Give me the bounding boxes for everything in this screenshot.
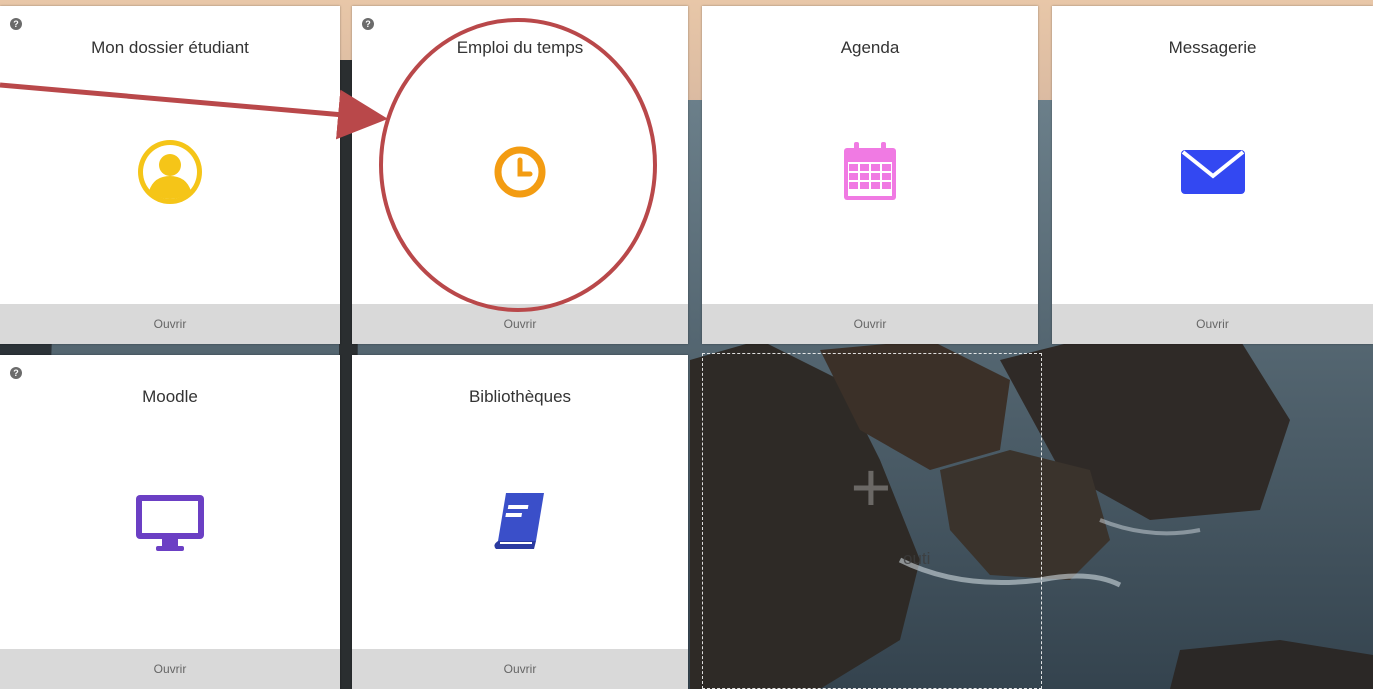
book-icon [484,485,556,557]
add-tool-slot[interactable]: + outi [702,353,1042,689]
tile-title: Messagerie [1168,38,1257,57]
open-button[interactable]: Ouvrir [702,304,1038,344]
tile-mon-dossier-etudiant[interactable]: ? Mon dossier étudiant Ouvrir [0,6,340,344]
tile-title: Mon dossier étudiant [91,38,249,57]
tile-title: Moodle [142,387,198,406]
tile-title: Agenda [840,38,900,57]
open-button[interactable]: Ouvrir [0,304,340,344]
open-button[interactable]: Ouvrir [1052,304,1373,344]
open-button[interactable]: Ouvrir [352,649,688,689]
tile-moodle[interactable]: ? Moodle Ouvrir [0,355,340,689]
open-button[interactable]: Ouvrir [352,304,688,344]
add-tool-label: outi [903,549,931,568]
monitor-icon [134,485,206,557]
tile-bibliotheques[interactable]: Bibliothèques Ouvrir [352,355,688,689]
tile-messagerie[interactable]: Messagerie Ouvrir [1052,6,1373,344]
help-icon[interactable]: ? [10,18,22,30]
open-button[interactable]: Ouvrir [0,649,340,689]
help-icon[interactable]: ? [362,18,374,30]
tile-title: Emploi du temps [456,38,584,57]
user-circle-icon [134,136,206,208]
tile-title: Bibliothèques [468,387,572,406]
tile-emploi-du-temps[interactable]: ? Emploi du temps Ouvrir [352,6,688,344]
envelope-icon [1177,136,1249,208]
plus-icon: + [850,448,892,526]
calendar-icon [834,136,906,208]
help-icon[interactable]: ? [10,367,22,379]
tile-agenda[interactable]: Agenda Ouvrir [702,6,1038,344]
clock-icon [484,136,556,208]
